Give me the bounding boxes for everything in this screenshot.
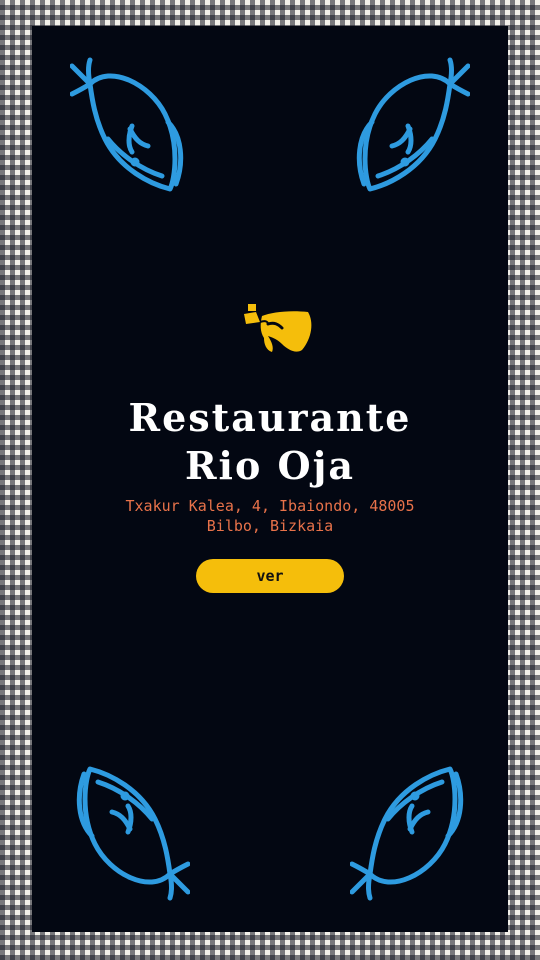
ver-button[interactable]: ver: [196, 559, 344, 593]
address-line-1: Txakur Kalea, 4, Ibaiondo, 48005: [125, 497, 415, 515]
page-title: Restaurante Rio Oja: [32, 394, 508, 490]
wine-jug-logo-icon: [238, 298, 314, 354]
menu-panel: Restaurante Rio Oja Txakur Kalea, 4, Iba…: [32, 26, 508, 932]
fish-icon: [350, 44, 470, 194]
title-line-1: Restaurante: [128, 395, 412, 440]
address-line-2: Bilbo, Bizkaia: [206, 517, 334, 535]
fish-icon: [70, 764, 190, 914]
fish-icon: [70, 44, 190, 194]
fish-icon: [350, 764, 470, 914]
title-line-2: Rio Oja: [184, 443, 356, 488]
address: Txakur Kalea, 4, Ibaiondo, 48005 Bilbo, …: [32, 496, 508, 536]
